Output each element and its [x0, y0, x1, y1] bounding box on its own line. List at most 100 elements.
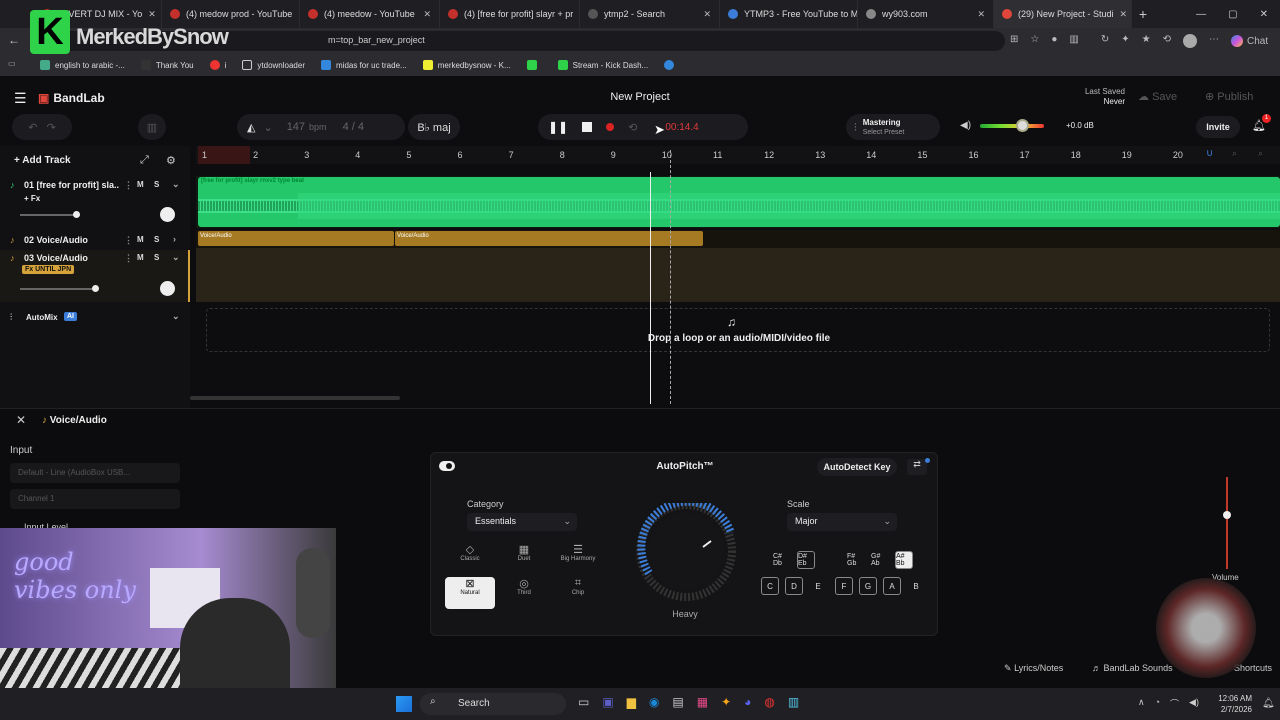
- mastering-button[interactable]: ⫶ Mastering Select Preset: [846, 114, 940, 140]
- key-b[interactable]: B: [907, 577, 925, 595]
- audio-region-voice[interactable]: Voice/Audio: [198, 231, 394, 246]
- sidebar-icon[interactable]: ▥: [1069, 34, 1078, 48]
- add-track-button[interactable]: + Add Track: [14, 155, 71, 166]
- teams-icon[interactable]: ▣: [602, 695, 613, 709]
- back-icon[interactable]: ←: [8, 33, 20, 47]
- chevron-up-icon[interactable]: ∧: [1138, 697, 1145, 710]
- voice-natural-selected[interactable]: ⊠ Natural: [445, 577, 495, 609]
- key-g[interactable]: G: [859, 577, 877, 595]
- settings-sliders-icon[interactable]: ⇄: [907, 459, 927, 475]
- close-tab-icon[interactable]: ✕: [1114, 9, 1128, 20]
- network-icon[interactable]: ◔: [1155, 697, 1160, 710]
- master-volume-slider[interactable]: [980, 124, 1044, 128]
- mute-button[interactable]: M: [137, 235, 144, 244]
- star-icon[interactable]: ☆: [1030, 34, 1039, 48]
- browser-tab-active[interactable]: (29) New Project - Studi ✕: [994, 0, 1132, 28]
- track-name[interactable]: 03 Voice/Audio: [24, 253, 88, 263]
- close-tab-icon[interactable]: ✕: [292, 9, 299, 20]
- key-e[interactable]: E: [809, 577, 827, 595]
- close-tab-icon[interactable]: ✕: [971, 9, 985, 20]
- voice-big-harmony[interactable]: ☰ Big Harmony: [553, 543, 603, 575]
- autopitch-toggle[interactable]: [439, 461, 455, 471]
- close-window-icon[interactable]: ✕: [1260, 9, 1268, 20]
- automation-icon[interactable]: ⤢: [140, 154, 149, 167]
- category-select[interactable]: Essentials ⌄: [467, 513, 577, 531]
- bookmark[interactable]: i: [209, 60, 226, 70]
- refresh-icon[interactable]: ↻: [1101, 34, 1109, 48]
- bookmark[interactable]: merkedbysnow - K...: [422, 60, 511, 70]
- bookmark[interactable]: [526, 60, 542, 70]
- voice-chip[interactable]: ⌗ Chip: [553, 577, 603, 609]
- maximize-icon[interactable]: ▢: [1228, 9, 1237, 20]
- key-f[interactable]: F: [835, 577, 853, 595]
- key-selector[interactable]: B♭ maj: [408, 114, 460, 140]
- track-settings-icon[interactable]: ⚙: [166, 154, 176, 167]
- loop-icon[interactable]: ⟲: [628, 121, 637, 134]
- bandlab-sounds-button[interactable]: ♬ BandLab Sounds: [1092, 663, 1173, 673]
- publish-button[interactable]: ⊕ Publish: [1205, 90, 1253, 103]
- notepad-icon[interactable]: ▥: [788, 695, 799, 709]
- mute-button[interactable]: M: [137, 253, 144, 262]
- stop-icon[interactable]: [582, 122, 593, 132]
- mixer-button[interactable]: ▥: [138, 114, 166, 140]
- drop-zone[interactable]: ♫ Drop a loop or an audio/MIDI/video fil…: [206, 308, 1270, 352]
- voice-classic[interactable]: ◇ Classic: [445, 543, 495, 575]
- mute-button[interactable]: M: [137, 180, 144, 189]
- key-c-sharp[interactable]: C# Db: [773, 551, 791, 569]
- chevron-down-icon[interactable]: ⌄: [172, 179, 180, 190]
- browser-tab[interactable]: ytmp2 - Search ✕: [580, 0, 720, 28]
- key-d-sharp[interactable]: D# Eb: [797, 551, 815, 569]
- bookmark[interactable]: Stream - Kick Dash...: [557, 60, 648, 70]
- tempo-control[interactable]: ◭ ⌄ 147 bpm 4 / 4: [237, 114, 405, 140]
- track-volume-slider[interactable]: [20, 288, 96, 290]
- scale-select[interactable]: Major ⌄: [787, 513, 897, 531]
- toolbar-icon[interactable]: ⊞: [1010, 34, 1018, 48]
- input-device-select[interactable]: Default - Line (AudioBox USB...: [10, 463, 180, 483]
- time-signature[interactable]: 4 / 4: [343, 121, 364, 133]
- solo-button[interactable]: S: [154, 235, 159, 244]
- track-menu-icon[interactable]: ⋮: [124, 253, 133, 264]
- pan-knob[interactable]: [160, 281, 175, 296]
- zoom-in-icon[interactable]: ⌕: [1258, 148, 1263, 159]
- add-fx-button[interactable]: + Fx: [24, 194, 40, 203]
- copilot-chat-button[interactable]: Chat: [1231, 34, 1268, 48]
- horizontal-scrollbar[interactable]: [190, 396, 400, 400]
- discord-icon[interactable]: ◕: [744, 695, 751, 709]
- redo-icon[interactable]: ↷: [47, 121, 56, 134]
- automix-row[interactable]: ⫶ AutoMix AI ⌄: [0, 311, 190, 329]
- wifi-icon[interactable]: ⌒: [1170, 697, 1179, 710]
- bookmark[interactable]: [664, 60, 679, 70]
- minimize-icon[interactable]: —: [1196, 9, 1206, 20]
- hamburger-menu-icon[interactable]: ☰: [14, 90, 27, 107]
- save-button[interactable]: ☁ Save: [1138, 90, 1177, 103]
- volume-fader[interactable]: [1226, 477, 1228, 569]
- strength-knob[interactable]: [631, 503, 741, 613]
- browser-tab[interactable]: wy903.com ✕: [858, 0, 994, 28]
- bookmarks-menu-icon[interactable]: ▭: [8, 59, 16, 68]
- bookmark[interactable]: english to arabic -...: [40, 60, 125, 70]
- audio-region-voice[interactable]: Voice/Audio: [395, 231, 703, 246]
- copilot-icon[interactable]: ✦: [721, 695, 731, 709]
- record-icon[interactable]: [606, 123, 615, 131]
- taskbar-search[interactable]: ⌕ Search: [420, 693, 566, 715]
- browser-tab[interactable]: YTMP3 - Free YouTube to M✕: [720, 0, 858, 28]
- notification-bell-icon[interactable]: 🔔︎: [1262, 698, 1275, 709]
- track-volume-handle[interactable]: [92, 285, 99, 292]
- chrome-icon[interactable]: ◍: [764, 695, 774, 709]
- track-row[interactable]: ♪ 01 [free for profit] sla... ⋮ M S ⌄ + …: [0, 178, 190, 236]
- bandlab-logo[interactable]: ▣ BandLab: [38, 91, 105, 105]
- pause-icon[interactable]: ❚❚: [548, 120, 568, 134]
- file-explorer-icon[interactable]: ▆: [627, 695, 636, 709]
- bookmark[interactable]: ytdownloader: [242, 60, 305, 70]
- track-menu-icon[interactable]: ⋮: [124, 235, 133, 246]
- playhead[interactable]: [650, 172, 651, 404]
- chevron-right-icon[interactable]: ›: [173, 234, 176, 244]
- track-name[interactable]: 01 [free for profit] sla...: [24, 180, 119, 190]
- solo-button[interactable]: S: [154, 180, 159, 189]
- taskbar-clock[interactable]: 12:06 AM 2/7/2026: [1216, 693, 1252, 715]
- pan-knob[interactable]: [160, 207, 175, 222]
- track-name[interactable]: 02 Voice/Audio: [24, 235, 88, 245]
- close-tab-icon[interactable]: ✕: [142, 9, 156, 20]
- store-icon[interactable]: ▤: [672, 695, 683, 709]
- browser-tab[interactable]: (4) [free for profit] slayr + pr✕: [440, 0, 580, 28]
